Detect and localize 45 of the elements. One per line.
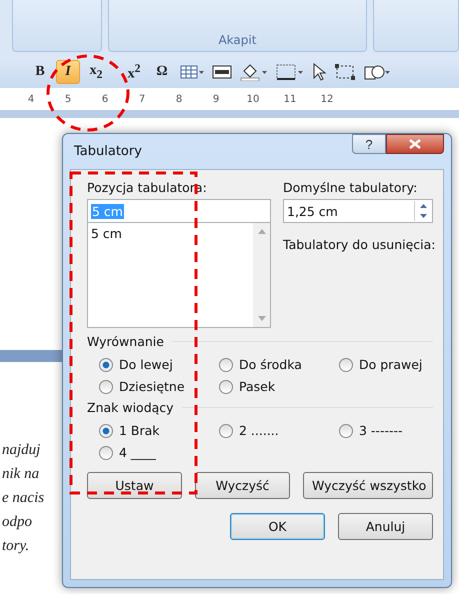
toolbar-button[interactable]: B <box>28 60 52 84</box>
spin-field[interactable]: 1,25 cm <box>283 199 433 223</box>
radio-option[interactable]: Do lewej <box>99 357 219 372</box>
close-button[interactable] <box>386 134 444 154</box>
radio-option[interactable]: 1 Brak <box>99 423 219 438</box>
toolbar-button[interactable]: x$_{2}$ <box>84 60 108 84</box>
toolbar-button[interactable]: I <box>56 60 80 84</box>
radio-option[interactable]: Do prawej <box>339 357 449 372</box>
ruler-number: 9 <box>212 94 220 104</box>
section-label: Znak wiodący <box>87 400 174 415</box>
ruler-number: 7 <box>138 94 146 104</box>
radio-option[interactable]: Do środka <box>219 357 339 372</box>
section-label: Wyrównanie <box>87 334 164 349</box>
field-label: Domyślne tabulatory: <box>283 180 418 195</box>
ruler-number: 4 <box>26 94 36 104</box>
toolbar-button[interactable]: x$^{2}$ <box>122 60 146 84</box>
field-label: Tabulatory do usunięcia: <box>283 237 433 252</box>
close-icon <box>409 139 421 149</box>
action-button[interactable]: Wyczyść <box>195 472 290 499</box>
tab-list[interactable]: 5 cm <box>87 223 271 328</box>
radio-option[interactable]: 3 ------- <box>339 423 449 438</box>
action-button[interactable]: Wyczyść wszystko <box>303 472 433 499</box>
radio-option[interactable]: 2 ....... <box>219 423 339 438</box>
ruler-number: 8 <box>174 94 184 104</box>
document-text: nik na <box>2 466 40 484</box>
cancel-button[interactable]: Anuluj <box>338 513 433 540</box>
radio-option[interactable]: 4 ____ <box>99 445 219 460</box>
ruler-number: 12 <box>320 94 334 104</box>
help-button[interactable]: ? <box>352 134 386 154</box>
ruler-number: 6 <box>100 94 110 104</box>
document-text: e nacis <box>2 490 44 508</box>
ruler-number: 5 <box>64 94 72 104</box>
document-text: najduj <box>2 442 40 460</box>
ruler-number: 10 <box>246 94 260 104</box>
ok-button[interactable]: OK <box>230 513 325 540</box>
list-item[interactable]: 5 cm <box>91 226 250 241</box>
ruler-number: 11 <box>283 94 297 104</box>
radio-option[interactable]: Dziesiętne <box>99 379 219 394</box>
toolbar-button[interactable]: Ω <box>150 60 174 84</box>
dialog-title: Tabulatory <box>73 144 142 159</box>
action-button[interactable]: Ustaw <box>87 472 182 499</box>
group-label: Akapit <box>218 33 256 47</box>
document-text: odpo <box>2 514 32 532</box>
document-text: tory. <box>2 538 30 556</box>
radio-option[interactable]: Pasek <box>219 379 339 394</box>
